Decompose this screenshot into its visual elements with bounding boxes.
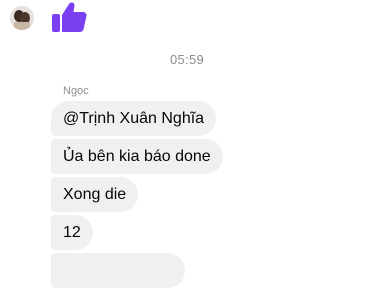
avatar-photo bbox=[10, 6, 34, 30]
message-bubble[interactable]: @Trịnh Xuân Nghĩa bbox=[51, 101, 217, 136]
thumbs-up-icon[interactable] bbox=[50, 0, 88, 34]
message-bubble[interactable]: 12 bbox=[51, 215, 93, 250]
avatar[interactable] bbox=[10, 6, 34, 30]
message-timestamp: 05:59 bbox=[169, 52, 205, 67]
message-bubble[interactable] bbox=[51, 253, 185, 288]
sender-name: Ngọc bbox=[63, 85, 89, 97]
message-bubble[interactable]: Ủa bên kia báo done bbox=[51, 139, 223, 174]
message-bubble[interactable]: Xong die bbox=[51, 177, 139, 212]
